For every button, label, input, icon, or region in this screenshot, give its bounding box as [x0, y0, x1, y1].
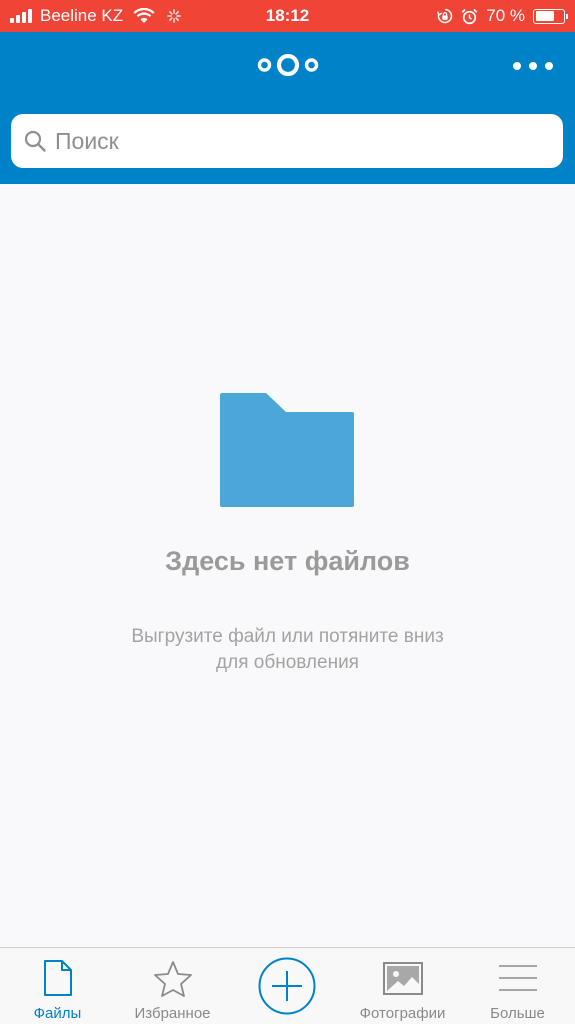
star-icon — [153, 961, 192, 997]
file-icon — [43, 960, 72, 996]
nextcloud-logo-icon — [257, 53, 319, 77]
search-icon — [24, 130, 46, 152]
tab-photos[interactable]: Фотографии — [345, 948, 460, 1024]
tab-more-label: Больше — [490, 1005, 545, 1022]
battery-level-fill — [535, 11, 555, 21]
rotation-lock-icon — [437, 8, 453, 24]
tab-favorites[interactable]: Избранное — [115, 948, 230, 1024]
empty-state-title: Здесь нет файлов — [165, 546, 410, 576]
status-bar: Beeline KZ 18:12 70 % — [0, 0, 575, 32]
alarm-icon — [461, 8, 478, 24]
empty-state-subtitle-line: для обновления — [216, 652, 359, 673]
photo-icon — [382, 962, 423, 995]
tab-files[interactable]: Файлы — [0, 948, 115, 1024]
tab-bar: Файлы Избранное Фотографии Больше — [0, 947, 575, 1024]
dot-icon — [545, 62, 553, 70]
empty-state-subtitle-line: Выгрузите файл или потяните вниз — [131, 626, 444, 647]
folder-icon — [220, 393, 354, 507]
search-input[interactable] — [55, 127, 535, 155]
battery-percent: 70 % — [486, 6, 525, 25]
menu-icon — [498, 965, 537, 991]
dot-icon — [513, 62, 521, 70]
tab-files-label: Файлы — [33, 1005, 82, 1022]
dot-icon — [529, 62, 537, 70]
tab-favorites-label: Избранное — [134, 1005, 211, 1022]
search-bar[interactable] — [11, 114, 563, 168]
app-header — [0, 32, 575, 184]
status-right: 70 % — [429, 6, 568, 26]
more-options-button[interactable] — [513, 56, 553, 76]
empty-state-subtitle: Выгрузите файл или потяните вниз для обн… — [80, 624, 495, 676]
add-button[interactable] — [258, 957, 316, 1015]
tab-more[interactable]: Больше — [460, 948, 575, 1024]
tab-photos-label: Фотографии — [359, 1005, 446, 1022]
battery-icon — [533, 8, 568, 24]
